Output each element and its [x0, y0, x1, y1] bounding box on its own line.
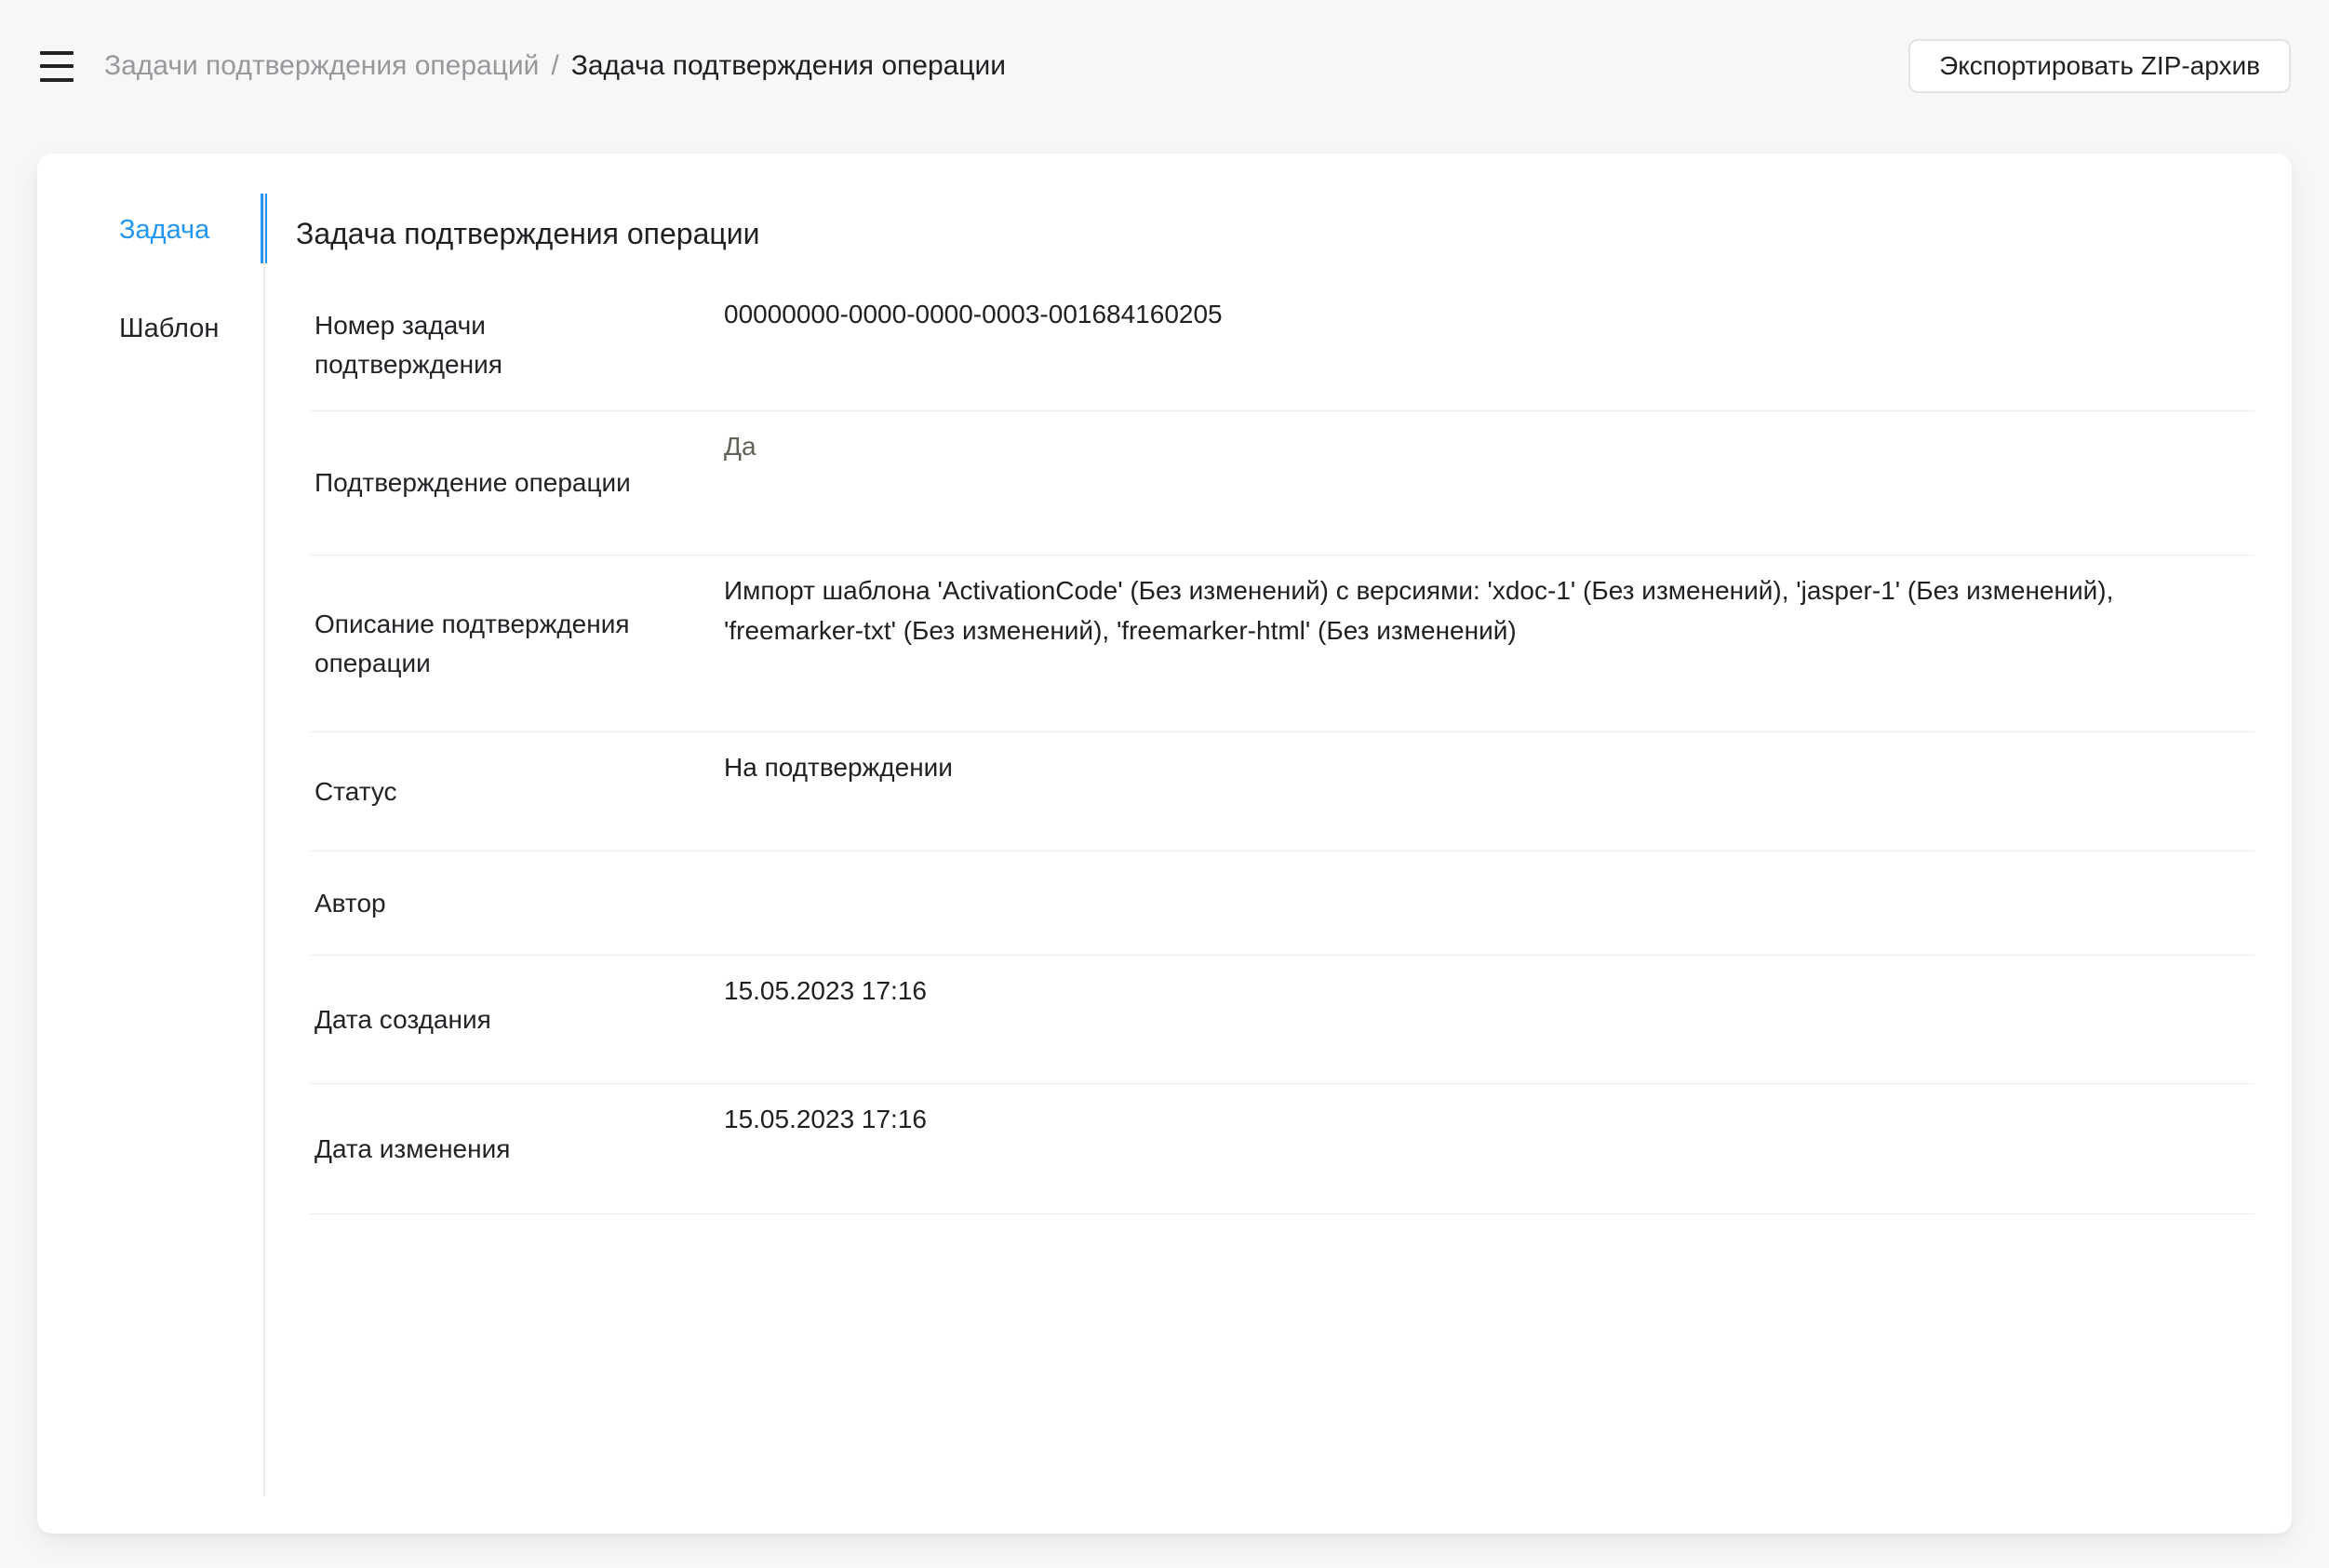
field-list: Номер задачи подтверждения 00000000-0000…: [310, 279, 2255, 1214]
field-label: Описание подтверждения операции: [310, 605, 631, 683]
hamburger-icon: [40, 51, 74, 55]
field-label: Автор: [310, 884, 631, 923]
field-value: На подтверждении: [724, 732, 2255, 851]
tab-task[interactable]: Задача: [37, 194, 263, 266]
field-label: Номер задачи подтверждения: [310, 306, 631, 384]
field-label: Дата создания: [310, 1000, 631, 1039]
hamburger-icon: [40, 78, 74, 82]
hamburger-icon: [40, 64, 74, 68]
task-details-panel: Задача подтверждения операции Номер зада…: [296, 154, 2255, 1214]
field-value: Импорт шаблона 'ActivationCode' (Без изм…: [724, 556, 2255, 731]
menu-button[interactable]: [40, 51, 74, 82]
top-bar: Задачи подтверждения операций / Задача п…: [40, 0, 2291, 132]
field-row-modified-date: Дата изменения 15.05.2023 17:16: [310, 1084, 2255, 1214]
export-zip-button[interactable]: Экспортировать ZIP-архив: [1908, 39, 2291, 93]
breadcrumb-separator: /: [551, 50, 558, 82]
field-row-author: Автор: [310, 851, 2255, 956]
field-value: [724, 851, 2255, 955]
sidebar-divider: [263, 194, 265, 1496]
field-value: 15.05.2023 17:16: [724, 956, 2255, 1083]
breadcrumb-current: Задача подтверждения операции: [571, 50, 1006, 82]
breadcrumb-parent[interactable]: Задачи подтверждения операций: [104, 50, 539, 82]
tab-sidebar: Задача Шаблон: [37, 194, 263, 365]
field-label: Подтверждение операции: [310, 463, 631, 503]
field-row-confirmation: Подтверждение операции Да: [310, 411, 2255, 556]
field-value: Да: [724, 411, 2255, 555]
field-row-task-number: Номер задачи подтверждения 00000000-0000…: [310, 279, 2255, 411]
field-label: Дата изменения: [310, 1130, 631, 1169]
tab-template[interactable]: Шаблон: [37, 292, 263, 365]
panel-title: Задача подтверждения операции: [296, 154, 2255, 255]
field-label: Статус: [310, 772, 631, 811]
breadcrumb: Задачи подтверждения операций / Задача п…: [104, 50, 1908, 82]
field-row-created-date: Дата создания 15.05.2023 17:16: [310, 956, 2255, 1084]
field-row-status: Статус На подтверждении: [310, 732, 2255, 851]
field-value: 00000000-0000-0000-0003-001684160205: [724, 279, 2255, 410]
field-row-description: Описание подтверждения операции Импорт ш…: [310, 556, 2255, 732]
field-value: 15.05.2023 17:16: [724, 1084, 2255, 1213]
task-card: Задача Шаблон Задача подтверждения опера…: [37, 154, 2292, 1534]
